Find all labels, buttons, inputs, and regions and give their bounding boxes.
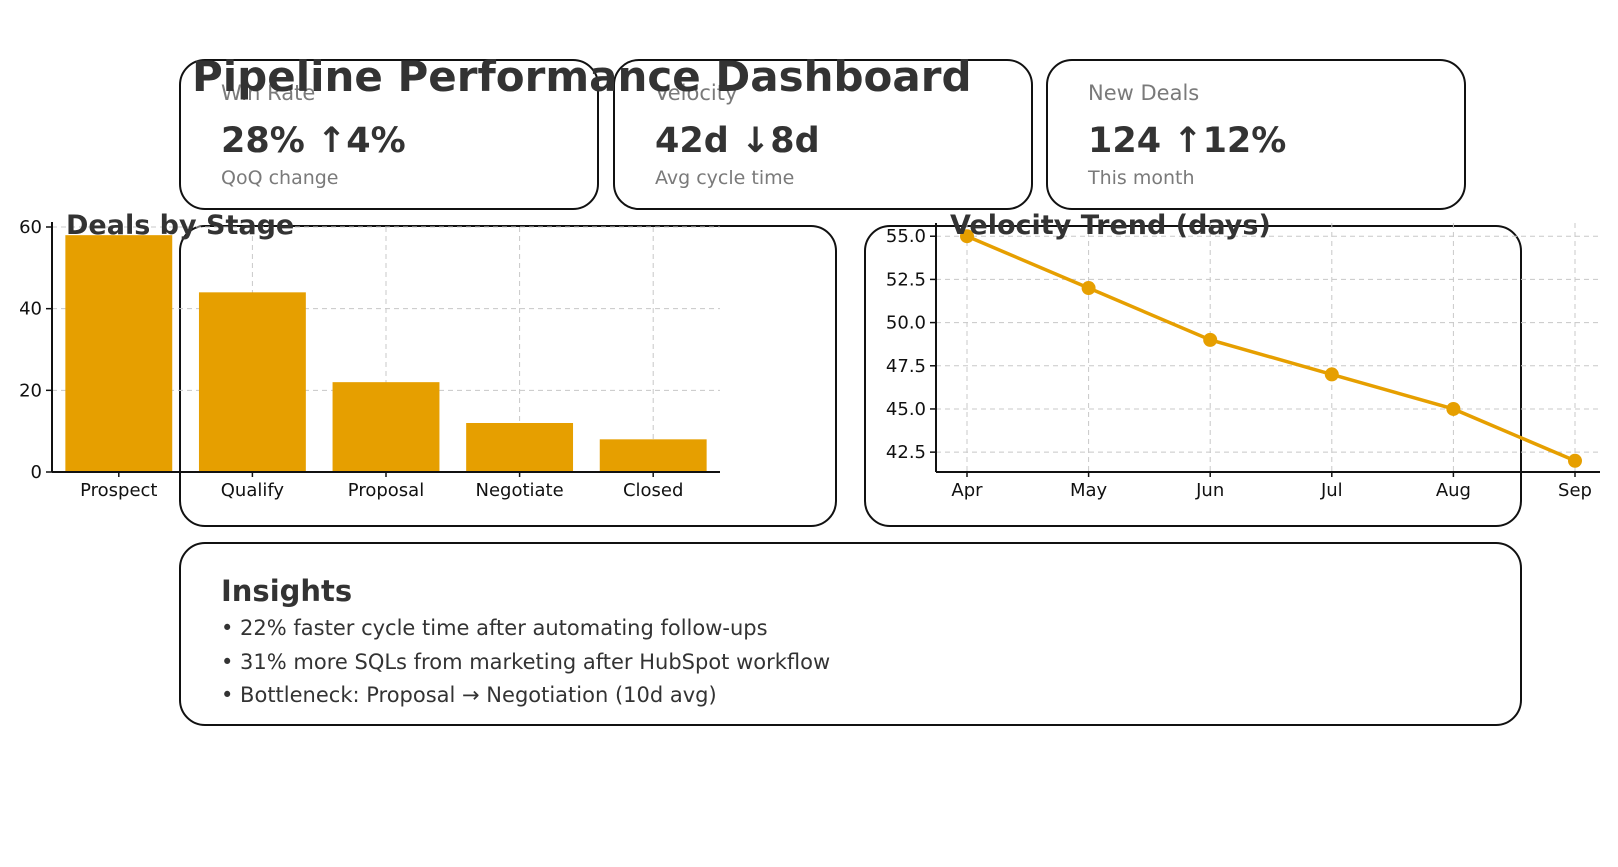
x-tick-label: Jun bbox=[1195, 480, 1224, 501]
insight-item: • Bottleneck: Proposal → Negotiation (10… bbox=[221, 683, 717, 707]
data-point bbox=[1324, 367, 1339, 382]
y-tick-label: 52.5 bbox=[886, 269, 926, 290]
kpi-label: New Deals bbox=[1088, 81, 1200, 105]
x-tick-label: May bbox=[1070, 480, 1108, 501]
x-tick-label: Negotiate bbox=[475, 480, 563, 501]
kpi-sub: Avg cycle time bbox=[655, 167, 795, 189]
x-tick-label: Closed bbox=[623, 480, 683, 501]
x-tick-label: Jul bbox=[1320, 480, 1343, 501]
y-tick-label: 60 bbox=[19, 217, 42, 238]
x-tick-label: Aug bbox=[1436, 480, 1471, 501]
kpi-value: 42d ↓8d bbox=[655, 121, 820, 161]
y-tick-label: 47.5 bbox=[886, 356, 926, 377]
y-tick-label: 42.5 bbox=[886, 442, 926, 463]
insights-title: Insights bbox=[221, 574, 353, 608]
bar bbox=[599, 439, 707, 472]
kpi-card-new-deals: New Deals 124 ↑12% This month bbox=[1046, 59, 1466, 210]
insight-item: • 22% faster cycle time after automating… bbox=[221, 616, 768, 640]
data-point bbox=[1203, 332, 1218, 347]
bar bbox=[466, 423, 574, 472]
x-tick-label: Apr bbox=[951, 480, 983, 501]
page-title: Pipeline Performance Dashboard bbox=[192, 52, 972, 101]
kpi-value: 124 ↑12% bbox=[1088, 121, 1287, 161]
insights-card: Insights • 22% faster cycle time after a… bbox=[179, 542, 1522, 726]
kpi-sub: QoQ change bbox=[221, 167, 339, 189]
kpi-sub: This month bbox=[1088, 167, 1195, 189]
chart-title: Deals by Stage bbox=[66, 210, 294, 241]
y-tick-label: 20 bbox=[19, 380, 42, 401]
bar bbox=[65, 235, 173, 472]
chart-title: Velocity Trend (days) bbox=[950, 210, 1271, 241]
data-point bbox=[1568, 453, 1582, 468]
y-tick-label: 40 bbox=[19, 299, 42, 320]
x-tick-label: Proposal bbox=[348, 480, 424, 501]
x-tick-label: Prospect bbox=[80, 480, 157, 501]
bar bbox=[198, 292, 306, 472]
x-tick-label: Sep bbox=[1558, 480, 1592, 501]
deals-by-stage-chart: 0 20 40 60 Prospect Qualify Proposal Negotiate C… bbox=[19, 210, 720, 501]
kpi-value: 28% ↑4% bbox=[221, 121, 406, 161]
y-tick-label: 0 bbox=[31, 462, 42, 483]
series-line bbox=[966, 234, 1576, 463]
data-point bbox=[1081, 281, 1096, 296]
bar bbox=[332, 382, 440, 472]
insight-item: • 31% more SQLs from marketing after Hub… bbox=[221, 650, 831, 674]
data-point bbox=[1446, 401, 1461, 416]
x-tick-label: Qualify bbox=[221, 480, 285, 501]
y-tick-label: 50.0 bbox=[886, 313, 926, 334]
y-tick-label: 45.0 bbox=[886, 399, 926, 420]
velocity-trend-chart: 42.5 45.0 47.5 50.0 52.5 55.0 Apr May Jun Jul Aug S… bbox=[886, 210, 1600, 501]
y-tick-label: 55.0 bbox=[886, 226, 926, 247]
